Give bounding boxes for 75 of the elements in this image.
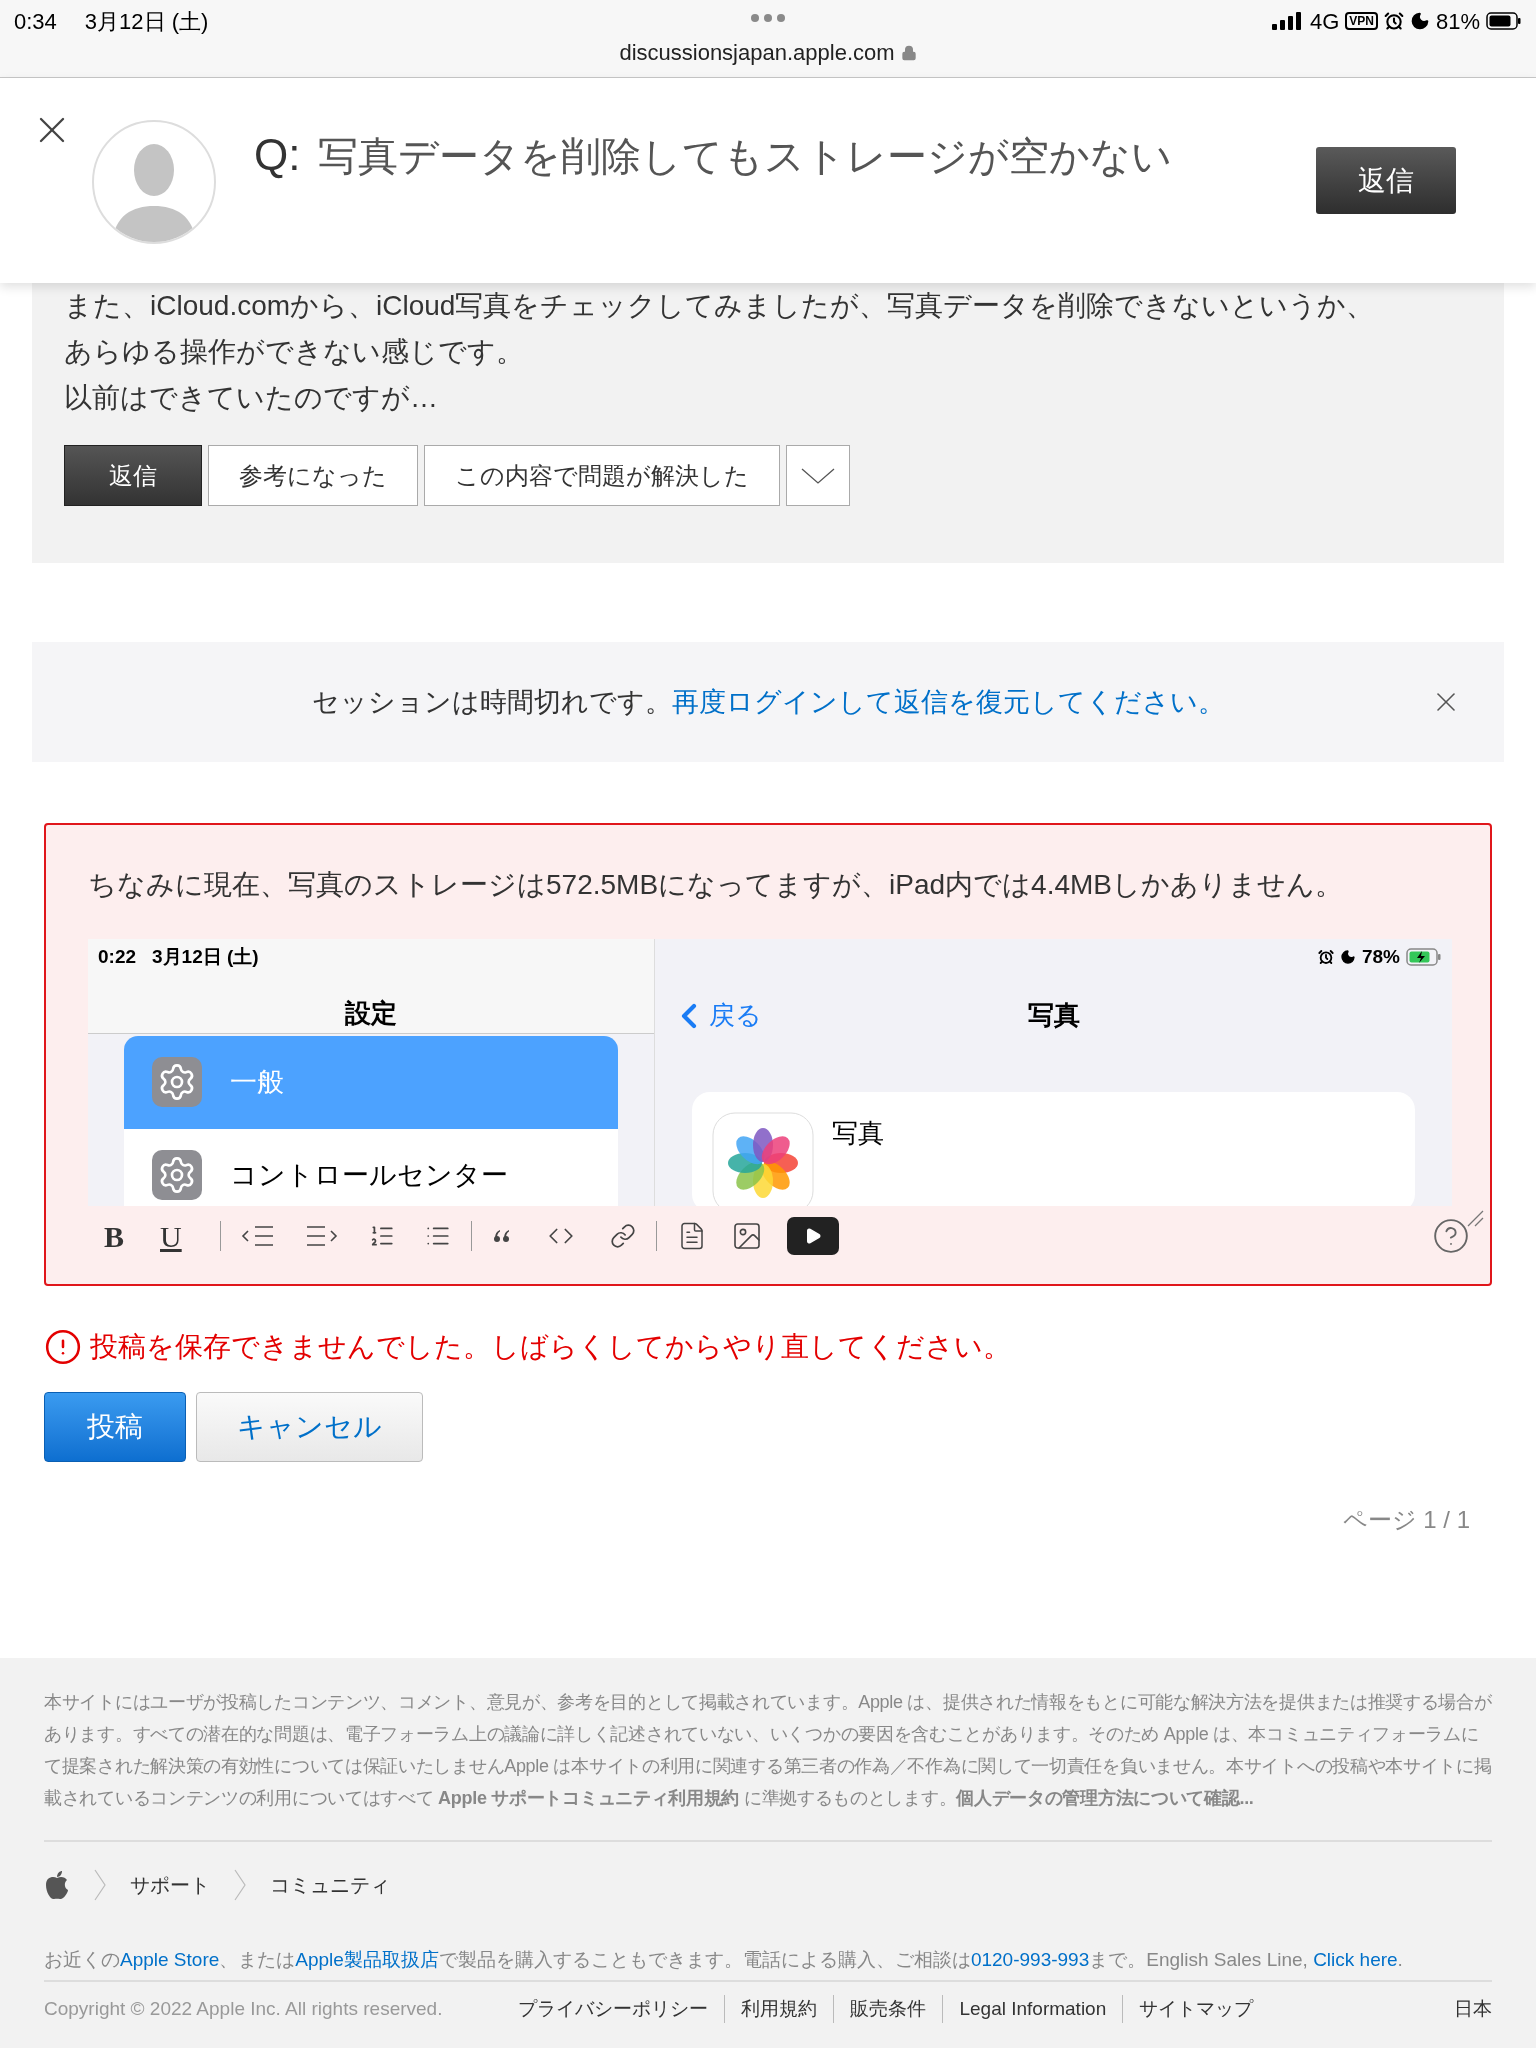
outdent-icon[interactable] bbox=[240, 1223, 275, 1249]
avatar-icon bbox=[92, 120, 216, 244]
lock-icon bbox=[900, 45, 917, 61]
region-link[interactable]: 日本 bbox=[1454, 1994, 1492, 2024]
gear-icon bbox=[152, 1057, 202, 1107]
moon-icon bbox=[1339, 949, 1356, 966]
settings-item[interactable]: コントロールセンター bbox=[124, 1128, 618, 1206]
submit-button[interactable]: 投稿 bbox=[44, 1392, 186, 1462]
link-icon[interactable] bbox=[609, 1223, 636, 1249]
photos-title: 写真 bbox=[1027, 999, 1080, 1032]
relogin-link[interactable]: 再度ログインして返信を復元してください。 bbox=[671, 681, 1225, 723]
help-icon[interactable] bbox=[1432, 1217, 1470, 1255]
resize-grip-icon[interactable] bbox=[1466, 1209, 1484, 1227]
back-button[interactable]: 戻る bbox=[669, 995, 762, 1036]
footer-link[interactable]: サイトマップ bbox=[1123, 1994, 1270, 2024]
reply-editor[interactable]: ちなみに現在、写真のストレージは572.5MBになってますが、iPad内では4.4MBしかありません。 0:22 3月12日 (土) 設定 一般 コントロールセンター 78% 戻る 写真 写真 B U bbox=[44, 823, 1492, 1286]
copyright-text: Copyright © 2022 Apple Inc. All rights reserved. bbox=[44, 1996, 443, 2021]
battery-percent: 78% bbox=[1361, 945, 1400, 969]
question-title: 写真データを削除してもストレージが空かない bbox=[318, 133, 1173, 180]
status-date: 3月12日 (土) bbox=[152, 945, 259, 969]
settings-label: 一般 bbox=[230, 1065, 284, 1099]
battery-percent: 81% bbox=[1435, 7, 1480, 36]
pagination-text: ページ 1 / 1 bbox=[1342, 1505, 1470, 1535]
disclaimer-text: 本サイトにはユーザが投稿したコンテンツ、コメント、意見が、参考を目的として掲載されています。Apple は、提供された情報をもとに可能な解決方法を提供または推奨する場合があります。すべての潜在的な問題は、電子フォーラム上の議論に詳しく記述されていない、いくつかの要因を含むことがあります。そのため Apple は、本コミュニティフォーラムにて提案された解決策の有効性については保証いたしませんApple は本サイトの利用に関連する第三者の作為／不作為に関して一切責任を負いません。本サイトへの投稿や本サイトに掲載されているコンテンツの利用についてはすべて Apple サポートコミュニティ利用規約 に準拠するものとします。個人データの管理方法について確認... bbox=[44, 1691, 1492, 1810]
chevron-down-icon bbox=[801, 467, 835, 484]
indent-icon[interactable] bbox=[304, 1223, 339, 1249]
session-text: セッションは時間切れです。 bbox=[311, 685, 672, 719]
breadcrumb-separator-icon bbox=[94, 1869, 106, 1901]
bold-button[interactable]: B bbox=[104, 1213, 124, 1259]
status-time: 0:22 bbox=[98, 945, 137, 969]
gear-icon bbox=[152, 1150, 202, 1200]
status-time: 0:34 bbox=[14, 7, 57, 36]
store-info-link[interactable]: Apple Store bbox=[120, 1949, 220, 1970]
question-prefix: Q: bbox=[254, 129, 301, 181]
alarm-icon bbox=[1383, 11, 1404, 31]
quote-icon[interactable] bbox=[491, 1229, 512, 1243]
breadcrumb-separator-icon bbox=[234, 1869, 246, 1901]
vpn-badge: VPN bbox=[1345, 12, 1378, 30]
app-name: 写真 bbox=[832, 1116, 884, 1150]
error-message: 投稿を保存できませんでした。しばらくしてからやり直してください。 bbox=[90, 1330, 1011, 1364]
post-action-button[interactable]: この内容で問題が解決した bbox=[424, 445, 780, 506]
post-text-line: あらゆる操作ができない感じです。 bbox=[64, 335, 524, 369]
apple-logo-icon[interactable] bbox=[44, 1870, 70, 1900]
address-url[interactable]: discussionsjapan.apple.com bbox=[619, 38, 895, 68]
store-info-link[interactable]: 0120-993-993 bbox=[970, 1949, 1090, 1970]
post-text-line: また、iCloud.comから、iCloud写真をチェックしてみましたが、写真データを削除できないというか、 bbox=[64, 289, 1375, 323]
underline-button[interactable]: U bbox=[160, 1213, 182, 1259]
moon-icon bbox=[1409, 11, 1430, 31]
store-info-link[interactable]: Click here bbox=[1313, 1949, 1398, 1970]
network-label: 4G bbox=[1309, 7, 1340, 36]
post-action-button[interactable]: 参考になった bbox=[208, 445, 418, 506]
post-text-line: 以前はできていたのですが… bbox=[64, 381, 438, 415]
error-icon bbox=[44, 1328, 82, 1366]
editor-text: ちなみに現在、写真のストレージは572.5MBになってますが、iPad内では4.4MBしかありません。 bbox=[88, 868, 1344, 902]
alarm-icon bbox=[1317, 949, 1334, 966]
footer-link[interactable]: 販売条件 bbox=[834, 1994, 944, 2024]
photos-app-icon bbox=[712, 1111, 814, 1206]
video-button[interactable] bbox=[786, 1217, 839, 1255]
status-date: 3月12日 (土) bbox=[84, 7, 209, 36]
post-action-button[interactable]: 返信 bbox=[64, 445, 202, 506]
footer-link[interactable]: Legal Information bbox=[943, 1994, 1124, 2024]
settings-label: コントロールセンター bbox=[230, 1158, 508, 1192]
footer-link[interactable]: プライバシーポリシー bbox=[502, 1994, 726, 2024]
battery-icon bbox=[1486, 12, 1522, 30]
cancel-button[interactable]: キャンセル bbox=[196, 1392, 423, 1462]
settings-title: 設定 bbox=[345, 996, 397, 1030]
more-dots-icon[interactable] bbox=[751, 14, 785, 22]
footer-link[interactable]: 利用規約 bbox=[725, 1994, 835, 2024]
charging-battery-icon bbox=[1406, 948, 1442, 967]
store-info-link[interactable]: Apple製品取扱店 bbox=[295, 1949, 439, 1970]
reply-button[interactable]: 返信 bbox=[1316, 147, 1456, 214]
signal-icon bbox=[1271, 12, 1304, 30]
store-info-text: お近くのApple Store、またはApple製品取扱店で製品を購入することもできます。電話による購入、ご相談は0120-993-993まで。English Sales Line, Click here. bbox=[44, 1948, 1404, 1972]
breadcrumb-link[interactable]: コミュニティ bbox=[270, 1870, 390, 1900]
breadcrumb-link[interactable]: サポート bbox=[130, 1870, 210, 1900]
